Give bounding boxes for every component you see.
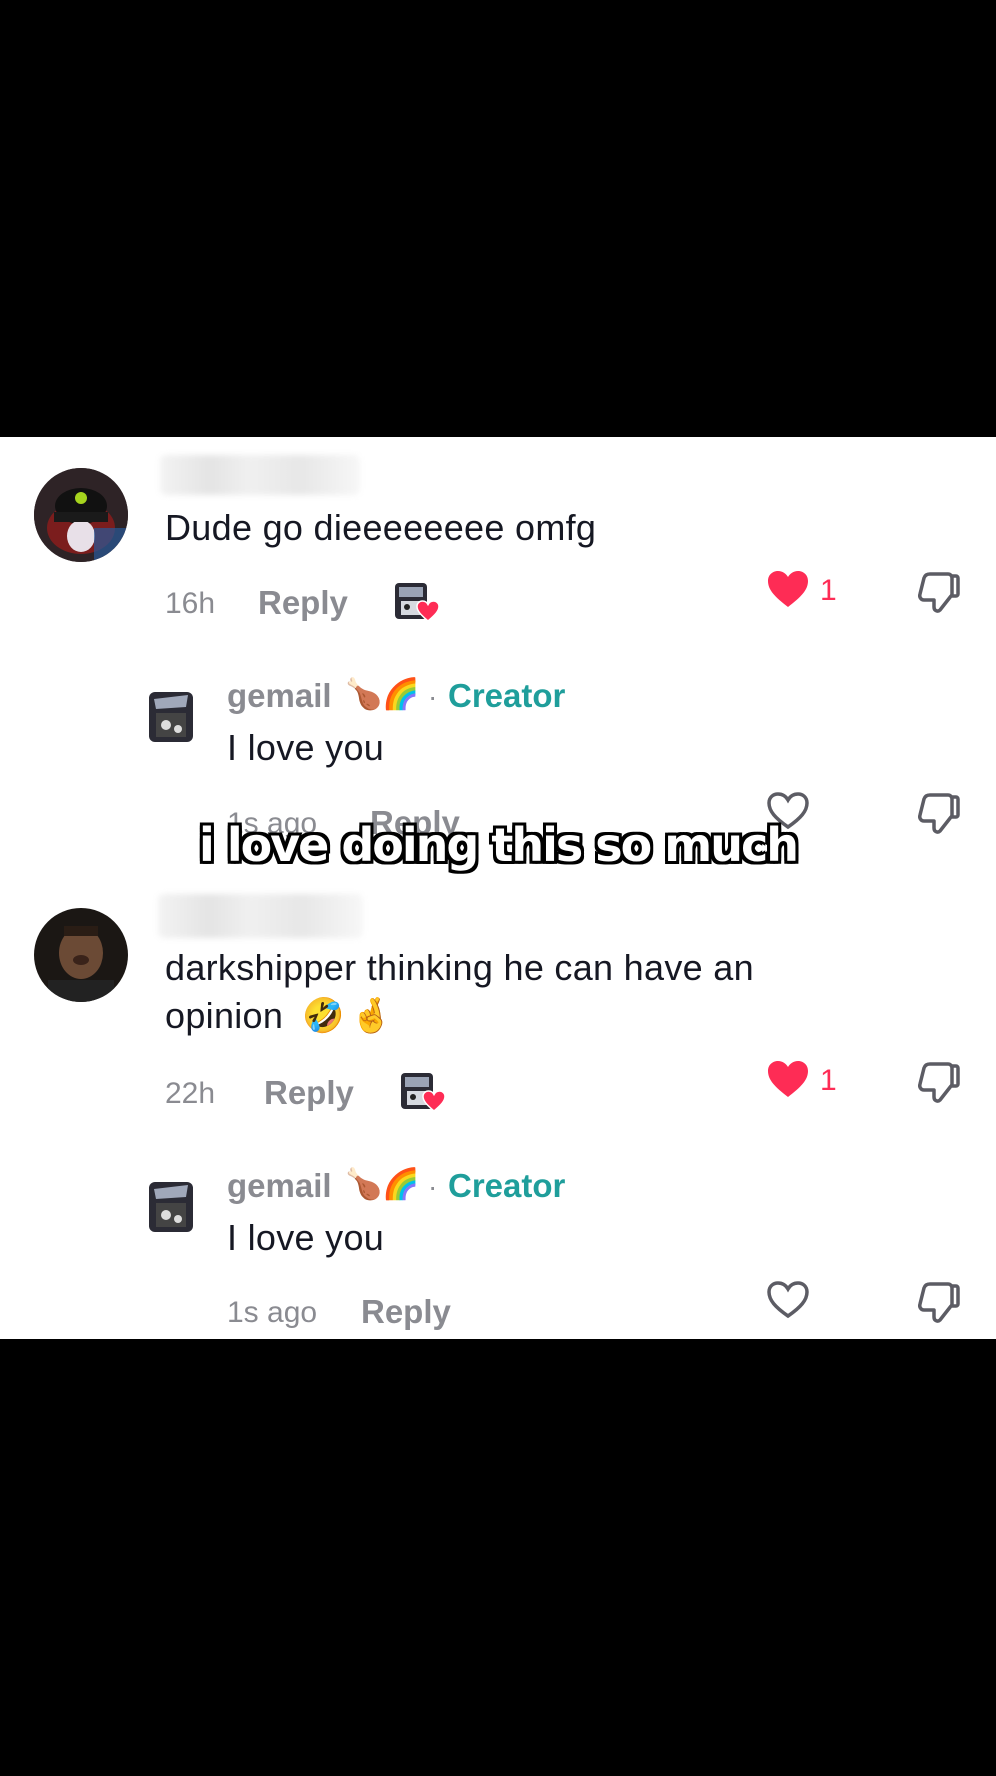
separator-dot: · bbox=[428, 681, 438, 712]
comment-timestamp: 22h bbox=[165, 1077, 216, 1110]
like-heart-icon[interactable] bbox=[766, 569, 810, 609]
creator-liked-heart-icon bbox=[416, 600, 440, 622]
commenter-avatar[interactable] bbox=[34, 908, 128, 1002]
creator-liked-heart-icon bbox=[422, 1090, 446, 1112]
comment-text-line2: opinion bbox=[165, 995, 284, 1036]
commenter-username-redacted bbox=[160, 455, 360, 495]
like-heart-icon[interactable] bbox=[766, 1059, 810, 1099]
comment-timestamp: 16h bbox=[165, 587, 216, 620]
video-caption-overlay: i love doing this so much bbox=[199, 818, 799, 872]
like-heart-outline-icon[interactable] bbox=[766, 1280, 810, 1320]
reply-timestamp: 1s ago bbox=[227, 1296, 318, 1329]
comment-text-line1: darkshipper thinking he can have an bbox=[165, 947, 754, 988]
commenter-username-redacted bbox=[158, 894, 363, 938]
emoji-crossed-fingers: 🤞 bbox=[350, 997, 393, 1035]
dislike-icon[interactable] bbox=[916, 570, 960, 614]
username-emoji-meat: 🍗 bbox=[345, 678, 383, 711]
username-emoji-rainbow: 🌈 bbox=[382, 1168, 420, 1201]
reply-button[interactable]: Reply bbox=[258, 584, 348, 622]
comments-panel: Dude go dieeeeeeee omfg 16h Reply 1 gema… bbox=[0, 437, 996, 1339]
username-emoji-meat: 🍗 bbox=[345, 1168, 383, 1201]
emoji-rofl: 🤣 bbox=[302, 997, 345, 1035]
comment-text: Dude go dieeeeeeee omfg bbox=[165, 507, 597, 548]
dislike-icon[interactable] bbox=[916, 1060, 960, 1104]
reply-username[interactable]: gemail bbox=[227, 677, 332, 715]
commenter-avatar[interactable] bbox=[34, 468, 128, 562]
creator-avatar[interactable] bbox=[146, 689, 196, 745]
like-count: 1 bbox=[820, 1064, 837, 1097]
creator-avatar[interactable] bbox=[146, 1179, 196, 1235]
reply-text: I love you bbox=[227, 1217, 385, 1258]
reply-username[interactable]: gemail bbox=[227, 1167, 332, 1205]
reply-button[interactable]: Reply bbox=[361, 1293, 451, 1331]
like-count: 1 bbox=[820, 574, 837, 607]
dislike-icon[interactable] bbox=[916, 1280, 960, 1324]
reply-text: I love you bbox=[227, 727, 385, 768]
separator-dot: · bbox=[428, 1171, 438, 1202]
creator-badge: Creator bbox=[448, 1167, 566, 1204]
username-emoji-rainbow: 🌈 bbox=[382, 678, 420, 711]
creator-badge: Creator bbox=[448, 677, 566, 714]
reply-button[interactable]: Reply bbox=[264, 1074, 354, 1112]
